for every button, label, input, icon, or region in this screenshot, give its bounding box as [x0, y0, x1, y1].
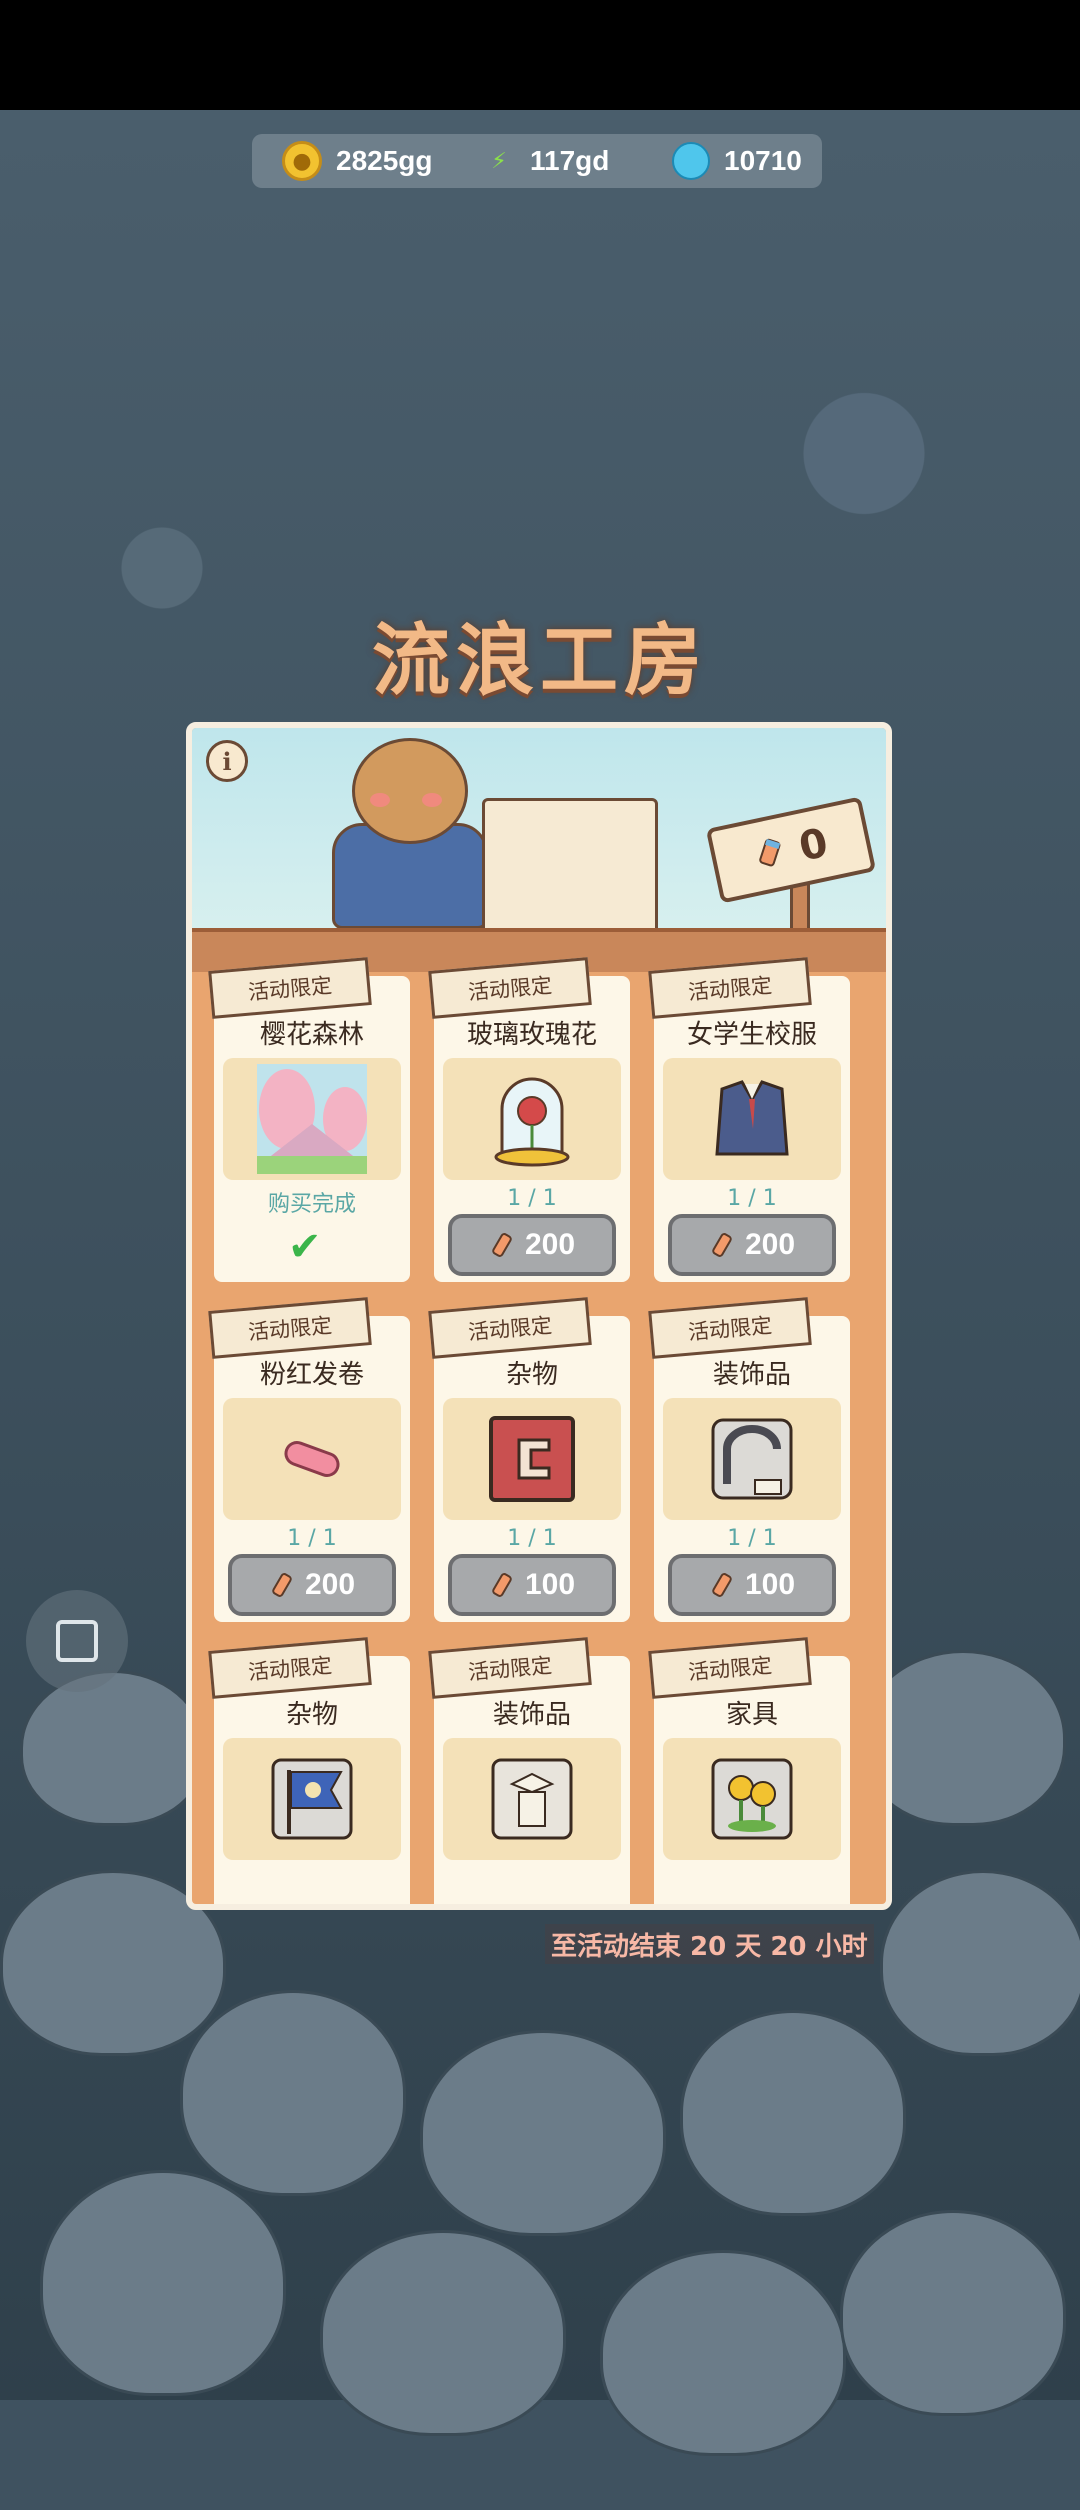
coin-counter: ● 2825gg	[282, 134, 433, 188]
resource-bar: ● 2825gg ⚡ 117gd 10710	[252, 134, 822, 188]
item-name: 女学生校服	[686, 1020, 817, 1050]
item-name: 装饰品	[712, 1360, 791, 1390]
item-card[interactable]: 活动限定 玻璃玫瑰花 1 / 1 200	[428, 957, 630, 1282]
coin-icon: ●	[282, 141, 322, 181]
event-countdown: 至活动结束 20 天 20 小时	[545, 1924, 874, 1964]
item-image	[663, 1398, 841, 1520]
workshop-banner: i 0	[192, 728, 886, 954]
bear-shopkeeper-illustration	[332, 738, 488, 929]
item-card[interactable]: 活动限定 粉红发卷 1 / 1 200	[208, 1297, 410, 1622]
buy-button[interactable]: 200	[228, 1554, 396, 1616]
item-image	[443, 1398, 621, 1520]
energy-counter: ⚡ 117gd	[482, 134, 609, 188]
item-name: 粉红发卷	[259, 1360, 364, 1390]
item-name: 玻璃玫瑰花	[466, 1020, 597, 1050]
buy-button[interactable]: 100	[668, 1554, 836, 1616]
limited-tag: 活动限定	[648, 1297, 812, 1359]
token-count: 0	[795, 819, 832, 871]
item-image	[663, 1058, 841, 1180]
limited-tag: 活动限定	[648, 1637, 812, 1699]
blue-flag-icon	[271, 1758, 353, 1840]
cherry-forest-icon	[257, 1064, 367, 1174]
item-name: 杂物	[285, 1700, 338, 1730]
energy-value: 117gd	[530, 145, 610, 176]
price-label: 100	[744, 1568, 796, 1601]
letter-c-block-icon	[489, 1416, 575, 1502]
pencil-token-icon	[712, 1233, 732, 1257]
pink-hair-roller-icon	[284, 1441, 340, 1477]
price-label: 100	[524, 1568, 576, 1601]
buy-button[interactable]: 200	[448, 1214, 616, 1276]
item-stock: 1 / 1	[727, 1526, 777, 1551]
limited-tag: 活动限定	[208, 1637, 372, 1699]
square-icon	[56, 1620, 98, 1662]
item-card[interactable]: 活动限定 女学生校服 1 / 1 200	[648, 957, 850, 1282]
item-image	[663, 1738, 841, 1860]
page-title: 流浪工房	[371, 616, 708, 706]
item-card[interactable]: 活动限定 杂物 1 / 1 100	[428, 1297, 630, 1622]
price-label: 200	[744, 1228, 796, 1261]
glass-rose-icon	[494, 1077, 570, 1167]
info-icon[interactable]: i	[206, 740, 248, 782]
gem-value: 10710	[724, 145, 802, 176]
buy-button[interactable]: 200	[668, 1214, 836, 1276]
item-card[interactable]: 活动限定 装饰品 1 / 1 100	[648, 1297, 850, 1622]
item-stock: 1 / 1	[507, 1186, 557, 1211]
limited-tag: 活动限定	[428, 1637, 592, 1699]
item-name: 樱花森林	[259, 1020, 364, 1050]
item-stock: 1 / 1	[507, 1526, 557, 1551]
item-stock: 1 / 1	[727, 1186, 777, 1211]
ornate-decoration-icon	[711, 1418, 793, 1500]
gem-counter: 10710	[664, 134, 802, 188]
pencil-token-icon	[492, 1233, 512, 1257]
pencil-token-icon	[712, 1573, 732, 1597]
yellow-flower-icon	[711, 1758, 793, 1840]
item-name: 家具	[725, 1700, 778, 1730]
item-image	[223, 1058, 401, 1180]
limited-tag: 活动限定	[208, 1297, 372, 1359]
floating-window-button[interactable]	[26, 1590, 128, 1692]
item-card[interactable]: 活动限定 樱花森林 购买完成 ✔	[208, 957, 410, 1282]
school-uniform-icon	[715, 1080, 789, 1156]
checkmark-icon: ✔	[288, 1224, 322, 1270]
item-card[interactable]: 活动限定 杂物	[208, 1637, 410, 1904]
item-name: 装饰品	[492, 1700, 571, 1730]
graduation-statue-icon	[491, 1758, 573, 1840]
coin-value: 2825gg	[336, 145, 433, 176]
pencil-token-icon	[492, 1573, 512, 1597]
item-card[interactable]: 活动限定 家具	[648, 1637, 850, 1904]
buy-button[interactable]: 100	[448, 1554, 616, 1616]
limited-tag: 活动限定	[428, 1297, 592, 1359]
price-label: 200	[304, 1568, 356, 1601]
item-image	[443, 1738, 621, 1860]
tool-stand-illustration	[482, 798, 658, 934]
pencil-token-icon	[759, 838, 781, 867]
item-stock: 1 / 1	[287, 1526, 337, 1551]
purchase-complete-label: 购买完成	[267, 1192, 356, 1217]
item-image	[223, 1738, 401, 1860]
item-card[interactable]: 活动限定 装饰品	[428, 1637, 630, 1904]
pencil-token-icon	[272, 1573, 292, 1597]
item-image	[223, 1398, 401, 1520]
lightning-icon: ⚡	[491, 148, 507, 174]
gem-icon	[664, 134, 718, 188]
item-name: 杂物	[505, 1360, 558, 1390]
workshop-panel: i 0 活动限定 樱花森林 购买完成 ✔ 活动限定 玻璃玫瑰花 1 / 1 20…	[186, 722, 892, 1910]
price-label: 200	[524, 1228, 576, 1261]
token-sign: 0	[705, 796, 877, 904]
item-image	[443, 1058, 621, 1180]
status-bar	[0, 0, 1080, 110]
